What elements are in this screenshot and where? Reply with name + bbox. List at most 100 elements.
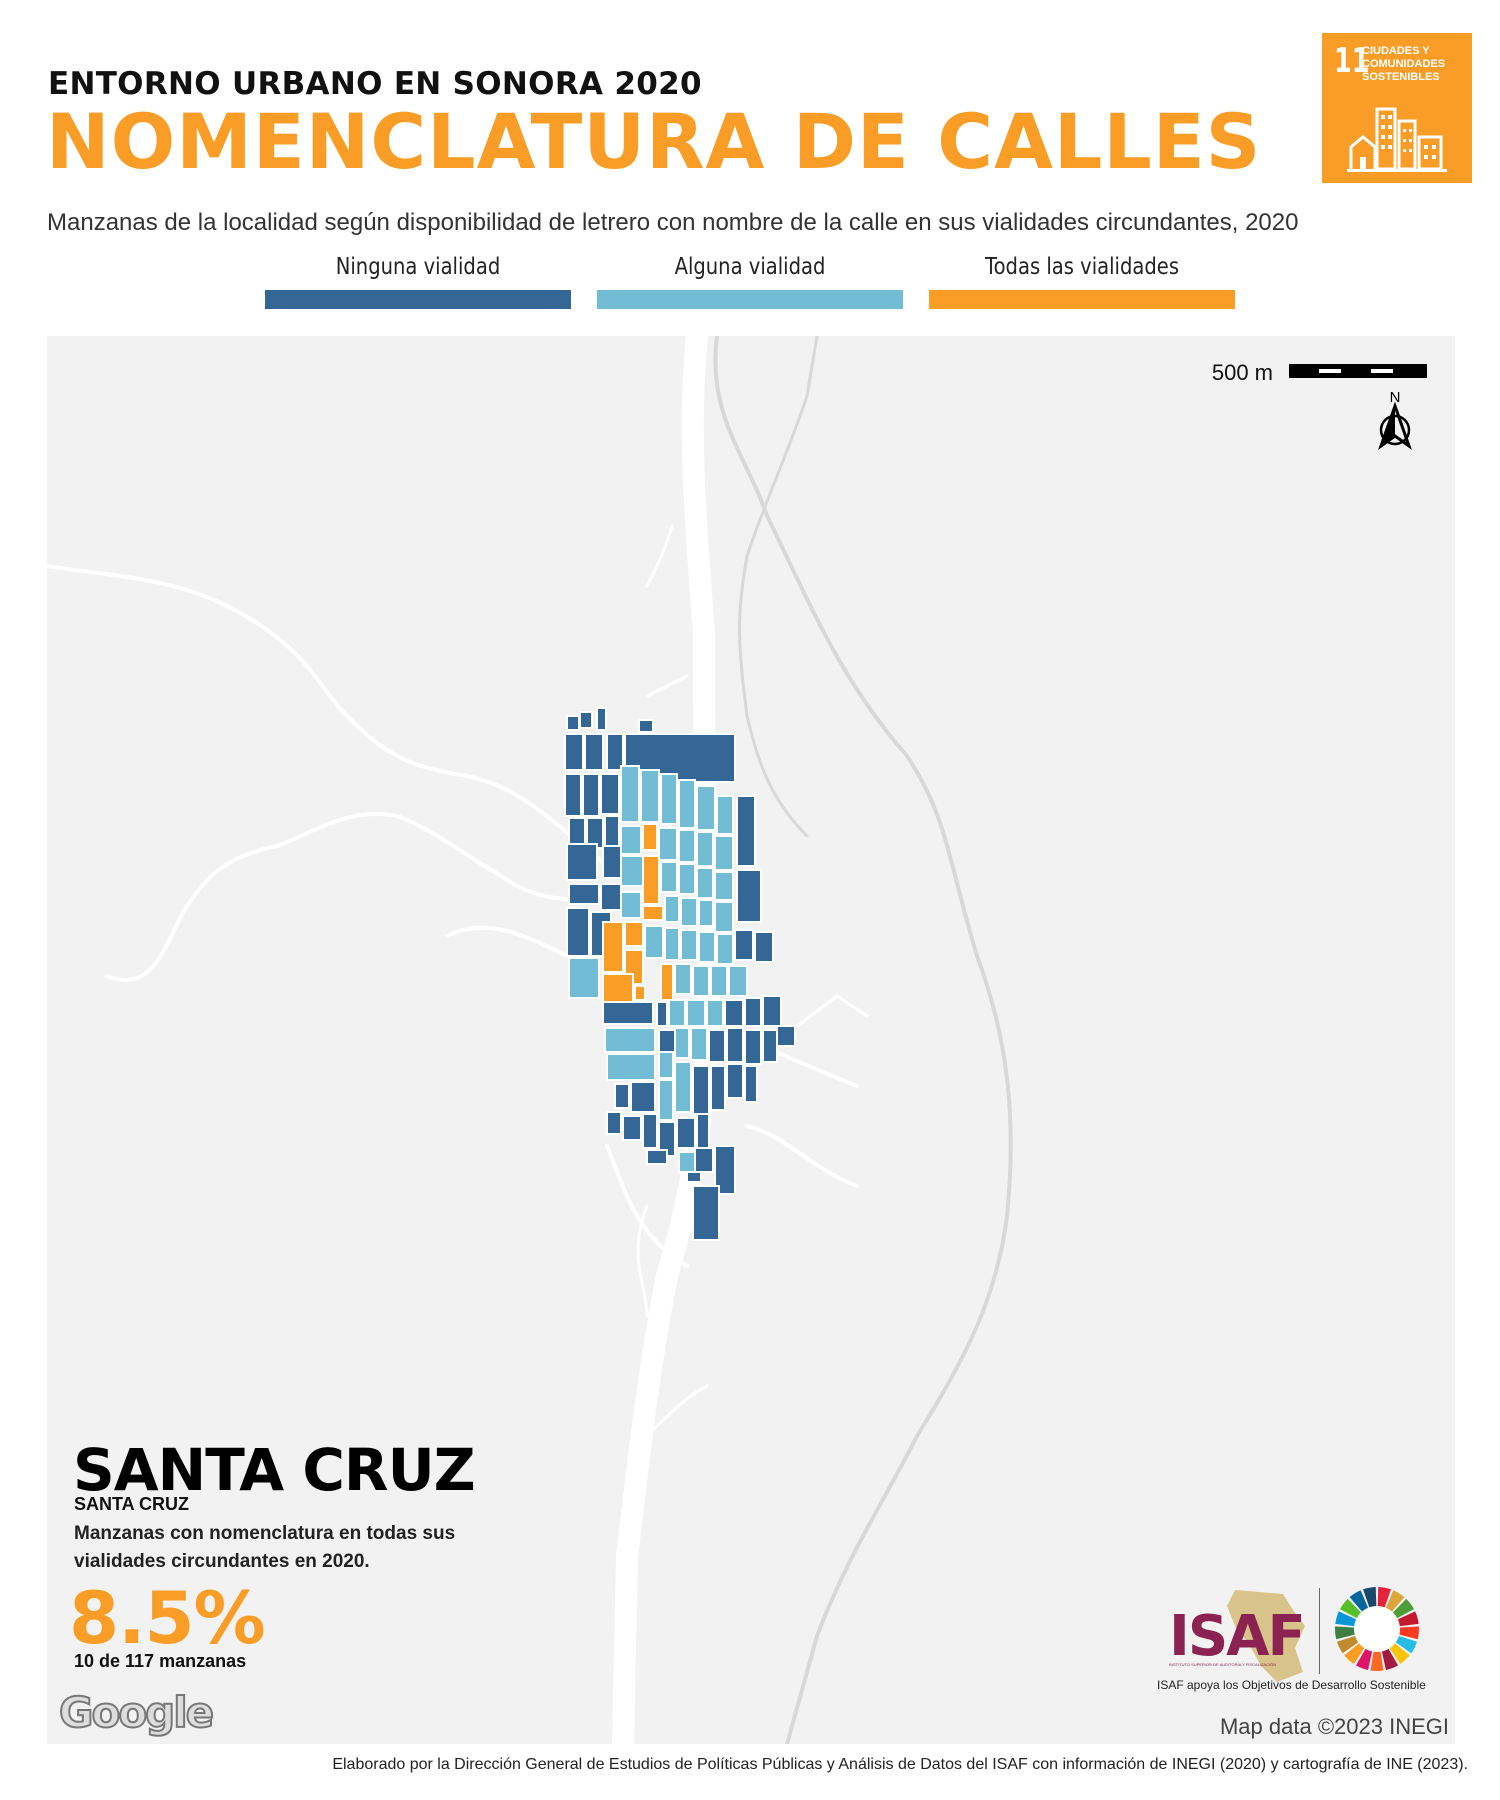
city-block	[724, 999, 744, 1027]
indicator-description: Manzanas con nomenclatura en todas sus v…	[74, 1523, 456, 1572]
city-block	[606, 1111, 622, 1135]
city-block	[680, 897, 698, 927]
city-block	[640, 769, 660, 823]
city-block	[696, 867, 714, 899]
city-block	[624, 921, 644, 947]
city-block	[582, 773, 600, 817]
city-block	[630, 1081, 656, 1113]
legend-swatch	[597, 290, 903, 309]
legend-label: Ninguna vialidad	[335, 254, 501, 280]
city-block	[620, 855, 644, 887]
city-block	[564, 733, 584, 771]
city-block	[706, 999, 724, 1027]
city-block	[566, 843, 598, 881]
city-block	[642, 905, 664, 921]
logo-divider	[1319, 1588, 1320, 1674]
city-block	[708, 1029, 726, 1063]
city-block	[674, 1027, 690, 1059]
city-block	[714, 901, 734, 933]
footer-credit: Elaborado por la Dirección General de Es…	[332, 1756, 1468, 1773]
city-block	[678, 1151, 696, 1173]
city-block	[678, 863, 696, 895]
isaf-logo: ISAF	[1169, 1604, 1306, 1669]
city-block	[664, 927, 680, 961]
city-block	[736, 869, 762, 923]
city-block	[696, 785, 716, 831]
city-block	[710, 965, 728, 997]
city-block	[696, 1113, 710, 1149]
city-block	[596, 707, 607, 731]
city-block	[664, 895, 680, 923]
legend-item-todas: Todas las vialidades	[929, 254, 1235, 309]
city-block	[744, 1065, 758, 1103]
city-block	[716, 933, 734, 965]
city-block	[744, 997, 762, 1027]
city-block	[686, 1171, 702, 1183]
city-block	[604, 1027, 656, 1053]
city-block	[642, 823, 658, 851]
city-block	[754, 931, 774, 963]
city-block	[600, 883, 622, 911]
google-logo: Google	[58, 1687, 215, 1738]
city-block	[728, 965, 748, 997]
city-block	[696, 831, 714, 867]
city-block	[566, 715, 580, 731]
city-block	[714, 835, 734, 871]
scale-label: 500 m	[1211, 360, 1273, 385]
map-panel[interactable]: 500 m N SANTA CRUZ SANTA CRUZ Manzanas c…	[47, 336, 1455, 1744]
legend-label: Alguna vialidad	[674, 254, 826, 280]
scale-bar	[1289, 364, 1427, 378]
city-block	[776, 1025, 796, 1047]
city-block	[658, 827, 678, 861]
city-block	[716, 795, 734, 835]
city-block	[692, 965, 710, 997]
city-block	[642, 1113, 658, 1149]
city-block	[568, 883, 600, 905]
legend-swatch	[929, 290, 1235, 309]
city-block	[566, 907, 590, 957]
city-block	[674, 1061, 692, 1113]
sdg-text: CIUDADES Y COMUNIDADES SOSTENIBLES	[1362, 45, 1446, 83]
city-block	[602, 973, 634, 1003]
page-title: NOMENCLATURA DE CALLES	[46, 97, 1262, 186]
city-block	[678, 779, 696, 829]
city-block	[620, 825, 642, 855]
city-block	[622, 1115, 642, 1141]
city-block	[692, 1065, 710, 1115]
city-block	[568, 957, 600, 999]
city-block	[658, 1051, 674, 1079]
city-block	[602, 921, 624, 973]
isaf-caption: ISAF apoya los Objetivos de Desarrollo S…	[1157, 1678, 1426, 1692]
city-block	[668, 999, 686, 1027]
city-block	[680, 929, 698, 961]
city-block	[579, 711, 593, 729]
legend-item-alguna: Alguna vialidad	[597, 254, 903, 309]
city-block	[674, 963, 692, 995]
city-block	[602, 845, 622, 879]
city-block	[620, 891, 642, 919]
city-block	[698, 899, 714, 927]
legend-swatch	[265, 290, 571, 309]
city-block	[644, 925, 664, 959]
city-block	[600, 773, 620, 815]
indicator-count: 10 de 117 manzanas	[74, 1651, 247, 1671]
city-block	[710, 1065, 726, 1111]
municipality-name: SANTA CRUZ	[74, 1494, 189, 1514]
subtitle: Manzanas de la localidad según disponibi…	[47, 209, 1299, 236]
city-block	[734, 929, 754, 961]
map-attribution: Map data ©2023 INEGI	[1219, 1714, 1449, 1739]
city-block	[660, 963, 674, 1001]
city-block	[676, 1117, 696, 1149]
legend-item-ninguna: Ninguna vialidad	[265, 254, 571, 309]
city-block	[606, 1053, 656, 1081]
city-block	[642, 855, 660, 905]
city-block	[698, 931, 716, 963]
city-block	[726, 1027, 744, 1063]
city-block	[658, 1029, 676, 1053]
city-block	[584, 733, 604, 771]
city-block	[656, 1001, 668, 1027]
city-block	[658, 1079, 674, 1121]
city-block	[714, 871, 734, 901]
isaf-full-name: INSTITUTO SUPERIOR DE AUDITORÍA Y FISCAL…	[1169, 1662, 1277, 1667]
indicator-value: 8.5%	[69, 1576, 266, 1660]
